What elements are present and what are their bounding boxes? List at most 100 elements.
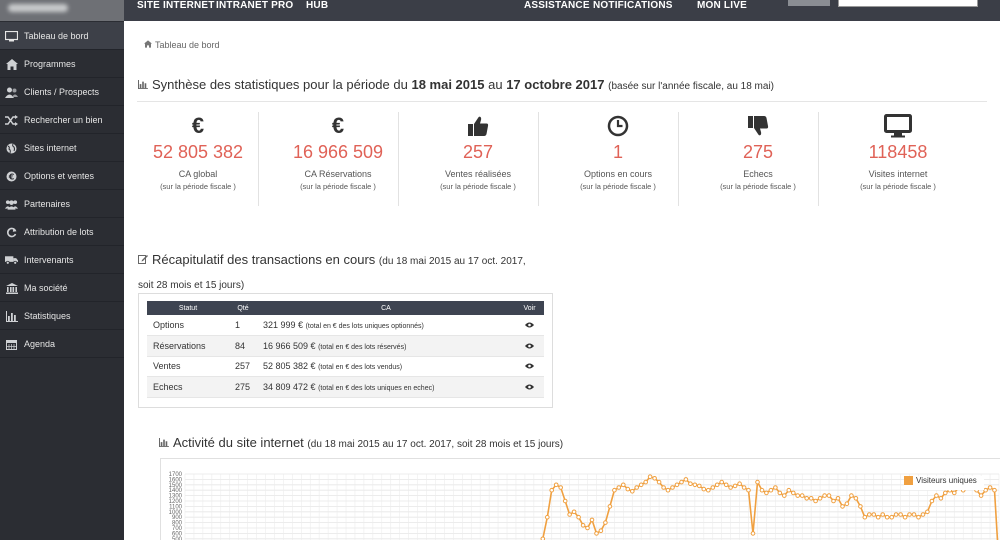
- data-point[interactable]: [571, 509, 577, 515]
- data-point[interactable]: [750, 531, 756, 536]
- data-point[interactable]: [844, 501, 850, 507]
- sidebar-item-clients-prospects[interactable]: Clients / Prospects: [0, 78, 124, 106]
- data-point[interactable]: [840, 504, 845, 509]
- sidebar-item-programmes[interactable]: Programmes: [0, 50, 124, 78]
- data-point[interactable]: [737, 481, 742, 487]
- data-point[interactable]: [795, 493, 801, 498]
- data-point[interactable]: [902, 514, 908, 520]
- view-button[interactable]: [515, 356, 544, 377]
- data-point[interactable]: [661, 485, 666, 490]
- data-point[interactable]: [759, 487, 765, 493]
- data-point[interactable]: [585, 525, 590, 531]
- data-point[interactable]: [768, 487, 774, 493]
- sidebar-item-tableau-de-bord[interactable]: Tableau de bord: [0, 22, 124, 50]
- data-point[interactable]: [804, 496, 810, 501]
- data-point[interactable]: [549, 487, 555, 493]
- data-point[interactable]: [741, 485, 747, 490]
- data-point[interactable]: [889, 514, 895, 520]
- data-point[interactable]: [822, 493, 827, 498]
- nav-assistance[interactable]: ASSISTANCE: [524, 0, 590, 11]
- data-point[interactable]: [652, 476, 657, 481]
- data-point[interactable]: [621, 482, 626, 488]
- data-point[interactable]: [992, 487, 997, 493]
- data-point[interactable]: [867, 512, 872, 517]
- view-button[interactable]: [515, 376, 544, 398]
- data-point[interactable]: [835, 496, 841, 501]
- sidebar-item-statistiques[interactable]: Statistiques: [0, 302, 124, 330]
- data-point[interactable]: [728, 485, 733, 490]
- sidebar-item-agenda[interactable]: Agenda: [0, 330, 124, 358]
- sidebar-item-sites-internet[interactable]: Sites internet: [0, 134, 124, 162]
- sidebar-item-options-et-ventes[interactable]: € Options et ventes: [0, 162, 124, 190]
- view-button[interactable]: [515, 315, 544, 336]
- data-point[interactable]: [938, 496, 944, 501]
- data-point[interactable]: [773, 485, 778, 490]
- data-point[interactable]: [625, 486, 631, 492]
- data-point[interactable]: [755, 479, 760, 485]
- data-point[interactable]: [862, 514, 868, 520]
- data-point[interactable]: [943, 490, 948, 496]
- data-point[interactable]: [786, 487, 792, 493]
- data-point[interactable]: [589, 517, 595, 523]
- data-point[interactable]: [920, 512, 926, 517]
- data-point[interactable]: [688, 481, 693, 487]
- data-point[interactable]: [679, 479, 684, 485]
- data-point[interactable]: [952, 490, 957, 496]
- nav-mon-live[interactable]: MON LIVE: [697, 0, 747, 11]
- data-point[interactable]: [553, 482, 559, 488]
- data-point[interactable]: [875, 514, 881, 520]
- data-point[interactable]: [670, 485, 675, 490]
- data-point[interactable]: [643, 479, 649, 485]
- data-point[interactable]: [630, 489, 635, 494]
- data-point[interactable]: [782, 493, 787, 498]
- data-point[interactable]: [934, 493, 939, 498]
- data-point[interactable]: [665, 487, 671, 493]
- data-point[interactable]: [777, 490, 783, 496]
- nav-hub[interactable]: HUB: [306, 0, 328, 11]
- data-point[interactable]: [817, 496, 823, 501]
- sidebar-item-intervenants[interactable]: Intervenants: [0, 246, 124, 274]
- data-point[interactable]: [764, 490, 769, 496]
- data-point[interactable]: [697, 483, 702, 489]
- data-point[interactable]: [831, 498, 836, 504]
- sidebar-item-attribution-de-lots[interactable]: Attribution de lots: [0, 218, 124, 246]
- nav-notifications[interactable]: NOTIFICATIONS: [593, 0, 673, 11]
- user-menu-button[interactable]: [788, 0, 830, 6]
- data-point[interactable]: [656, 479, 662, 485]
- data-point[interactable]: [692, 482, 698, 488]
- data-point[interactable]: [647, 474, 653, 480]
- data-point[interactable]: [562, 498, 568, 504]
- data-point[interactable]: [580, 523, 586, 528]
- sidebar-item-partenaires[interactable]: Partenaires: [0, 190, 124, 218]
- data-point[interactable]: [799, 493, 805, 498]
- data-point[interactable]: [683, 477, 689, 482]
- data-point[interactable]: [706, 487, 711, 493]
- data-point[interactable]: [634, 485, 640, 490]
- data-point[interactable]: [638, 482, 644, 488]
- view-button[interactable]: [515, 335, 544, 357]
- data-point[interactable]: [871, 512, 877, 517]
- breadcrumb-current[interactable]: Tableau de bord: [155, 40, 220, 50]
- data-point[interactable]: [983, 487, 988, 493]
- data-point[interactable]: [911, 512, 917, 517]
- data-point[interactable]: [826, 493, 832, 498]
- data-point[interactable]: [791, 490, 796, 496]
- data-point[interactable]: [719, 479, 725, 485]
- data-point[interactable]: [567, 512, 572, 517]
- sidebar-item-ma-societe[interactable]: Ma société: [0, 274, 124, 302]
- data-point[interactable]: [746, 487, 751, 493]
- data-point[interactable]: [893, 512, 899, 517]
- data-point[interactable]: [898, 512, 903, 517]
- data-point[interactable]: [916, 514, 921, 520]
- data-point[interactable]: [603, 520, 608, 525]
- data-point[interactable]: [576, 514, 581, 520]
- nav-site-internet[interactable]: SITE INTERNET: [137, 0, 215, 11]
- data-point[interactable]: [710, 485, 716, 490]
- data-point[interactable]: [853, 496, 859, 501]
- data-point[interactable]: [925, 509, 930, 515]
- data-point[interactable]: [858, 504, 863, 509]
- data-point[interactable]: [808, 496, 814, 501]
- data-point[interactable]: [594, 531, 599, 536]
- data-point[interactable]: [987, 485, 993, 490]
- data-point[interactable]: [545, 514, 550, 520]
